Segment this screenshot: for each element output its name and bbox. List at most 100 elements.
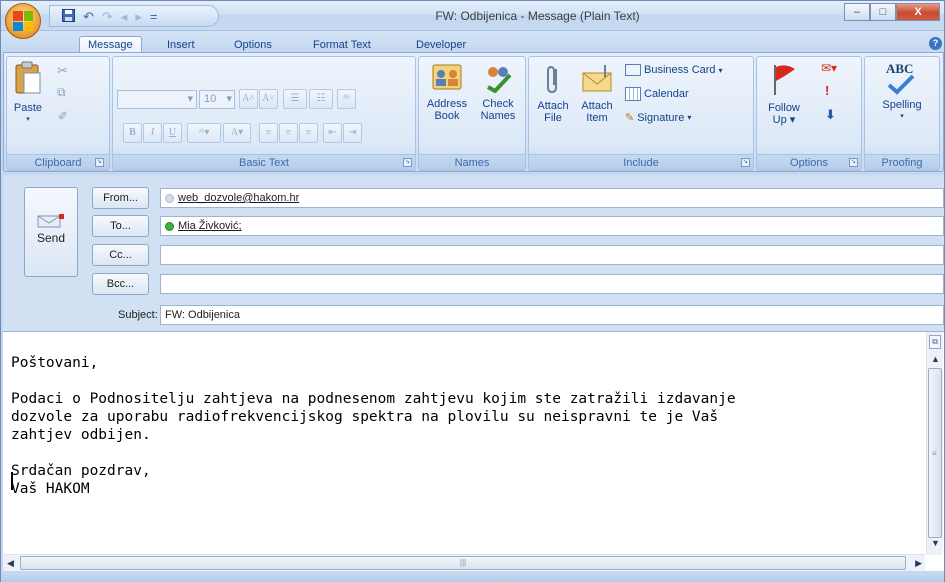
bold-button[interactable]: B (123, 123, 142, 143)
bcc-field[interactable] (160, 274, 944, 294)
horizontal-scroll-thumb[interactable]: ||| (20, 556, 906, 570)
from-field[interactable]: web_dozvole@hakom.hr (160, 188, 944, 208)
previous-item-icon[interactable]: ◂ (121, 10, 128, 23)
subject-label: Subject: (118, 309, 158, 321)
paste-icon (9, 61, 47, 100)
increase-indent-button[interactable]: ⇥ (343, 123, 362, 143)
clipboard-label: Clipboard (7, 154, 109, 170)
flag-icon (761, 63, 807, 100)
from-button[interactable]: From... (92, 187, 149, 209)
low-importance-icon[interactable]: ⬇ (825, 107, 836, 123)
status-bar (1, 573, 944, 582)
save-icon[interactable] (62, 8, 75, 24)
spelling-icon: ABC (882, 62, 922, 97)
customize-toolbar-icon[interactable]: = (150, 10, 158, 23)
proofing-label: Proofing (865, 154, 939, 170)
font-color-button[interactable]: A▾ (223, 123, 251, 143)
business-card-icon (625, 64, 641, 76)
message-body[interactable]: Poštovani, Podaci o Podnositelju zahtjev… (3, 331, 944, 571)
ribbon-tabs: Message Insert Options Format Text Devel… (1, 31, 944, 55)
high-importance-icon[interactable]: ! (825, 83, 829, 98)
calendar-button[interactable]: Calendar (625, 87, 689, 101)
include-launcher-icon[interactable]: ↘ (741, 158, 750, 167)
minimize-button[interactable]: – (844, 3, 870, 21)
scroll-down-icon[interactable]: ▼ (931, 538, 940, 548)
bullets-button[interactable]: ☰ (283, 89, 307, 109)
cc-button[interactable]: Cc... (92, 244, 149, 266)
format-painter-icon[interactable]: ✐ (58, 109, 68, 123)
address-book-button[interactable]: Address Book (423, 63, 471, 122)
options-group: Follow Up ▾ ✉▾ ! ⬇ Options ↘ (756, 56, 862, 171)
next-item-icon[interactable]: ▸ (135, 10, 142, 23)
clipboard-group: Paste ▾ ✂ ⧉ ✐ Clipboard ↘ (6, 56, 110, 171)
attach-item-button[interactable]: Attach Item (575, 63, 619, 124)
basic-text-label: Basic Text (113, 154, 415, 170)
basic-text-launcher-icon[interactable]: ↘ (403, 158, 412, 167)
follow-up-button[interactable]: Follow Up ▾ (761, 63, 807, 126)
send-icon (37, 214, 65, 228)
clipboard-launcher-icon[interactable]: ↘ (95, 158, 104, 167)
copy-icon[interactable]: ⧉ (57, 85, 66, 100)
office-button[interactable] (5, 3, 41, 39)
basic-text-group: ▾ 10 ▾ A˄ A˅ ☰ ☷ ᴬᵇ B I U ᵃᵇ▾ A▾ ≡ ≡ ≡ ⇤ … (112, 56, 416, 171)
message-options-icon[interactable]: ⧉ (929, 335, 941, 349)
numbering-button[interactable]: ☷ (309, 89, 333, 109)
names-label: Names (419, 154, 525, 170)
address-book-icon (423, 63, 471, 96)
scroll-right-icon[interactable]: ▶ (915, 558, 922, 569)
permission-icon[interactable]: ✉▾ (821, 61, 837, 75)
office-logo-icon (13, 11, 33, 31)
vertical-scrollbar[interactable]: ⧉ ▲ ≡ ▼ (926, 332, 943, 555)
cut-icon[interactable]: ✂ (57, 63, 68, 79)
business-card-button[interactable]: Business Card ▾ (625, 64, 723, 76)
to-button[interactable]: To... (92, 215, 149, 237)
shrink-font-button[interactable]: A˅ (259, 89, 278, 109)
text-caret (11, 472, 13, 490)
align-center-button[interactable]: ≡ (279, 123, 298, 143)
scroll-left-icon[interactable]: ◀ (7, 558, 14, 569)
check-names-button[interactable]: Check Names (475, 63, 521, 122)
underline-button[interactable]: U (163, 123, 182, 143)
grow-font-button[interactable]: A˄ (239, 89, 258, 109)
include-group: Attach File Attach Item Business Card ▾ C… (528, 56, 754, 171)
send-button[interactable]: Send (24, 187, 78, 277)
check-names-icon (475, 63, 521, 96)
envelope-icon (575, 63, 619, 98)
horizontal-scrollbar[interactable]: ◀ ||| ▶ (3, 554, 925, 571)
options-launcher-icon[interactable]: ↘ (849, 158, 858, 167)
signature-button[interactable]: ✎ Signature ▾ (625, 111, 691, 125)
undo-icon[interactable]: ↶ (83, 10, 94, 23)
highlight-button[interactable]: ᵃᵇ▾ (187, 123, 221, 143)
close-button[interactable]: X (896, 3, 940, 21)
bcc-button[interactable]: Bcc... (92, 273, 149, 295)
body-text[interactable]: Poštovani, Podaci o Podnositelju zahtjev… (11, 354, 923, 498)
window-title: FW: Odbijenica - Message (Plain Text) (435, 9, 640, 23)
spelling-button[interactable]: ABC Spelling ▾ (871, 62, 933, 123)
maximize-button[interactable]: □ (870, 3, 896, 21)
help-icon[interactable]: ? (929, 37, 942, 50)
italic-button[interactable]: I (143, 123, 162, 143)
title-bar: ↶ ↷ ◂ ▸ = FW: Odbijenica - Message (Plai… (1, 1, 944, 31)
align-right-button[interactable]: ≡ (299, 123, 318, 143)
redo-icon[interactable]: ↷ (102, 10, 113, 23)
names-group: Address Book Check Names Names (418, 56, 526, 171)
subject-field[interactable]: FW: Odbijenica (160, 305, 944, 325)
attach-file-button[interactable]: Attach File (531, 63, 575, 124)
message-window: ↶ ↷ ◂ ▸ = FW: Odbijenica - Message (Plai… (0, 0, 945, 582)
clear-formatting-button[interactable]: ᴬᵇ (337, 89, 356, 109)
align-left-button[interactable]: ≡ (259, 123, 278, 143)
scroll-up-icon[interactable]: ▲ (931, 354, 940, 364)
font-name-combo[interactable]: ▾ (117, 90, 197, 109)
vertical-scroll-thumb[interactable]: ≡ (928, 368, 942, 538)
calendar-icon (625, 87, 641, 101)
window-controls: – □ X (844, 3, 940, 21)
paste-dropdown-icon: ▾ (26, 116, 30, 123)
decrease-indent-button[interactable]: ⇤ (323, 123, 342, 143)
to-field[interactable]: Mia Živković; (160, 216, 944, 236)
paperclip-icon (531, 63, 575, 98)
paste-button[interactable]: Paste ▾ (9, 61, 47, 126)
cc-field[interactable] (160, 245, 944, 265)
signature-icon: ✎ (625, 112, 635, 124)
font-size-combo[interactable]: 10 ▾ (199, 90, 235, 109)
proofing-group: ABC Spelling ▾ Proofing (864, 56, 940, 171)
